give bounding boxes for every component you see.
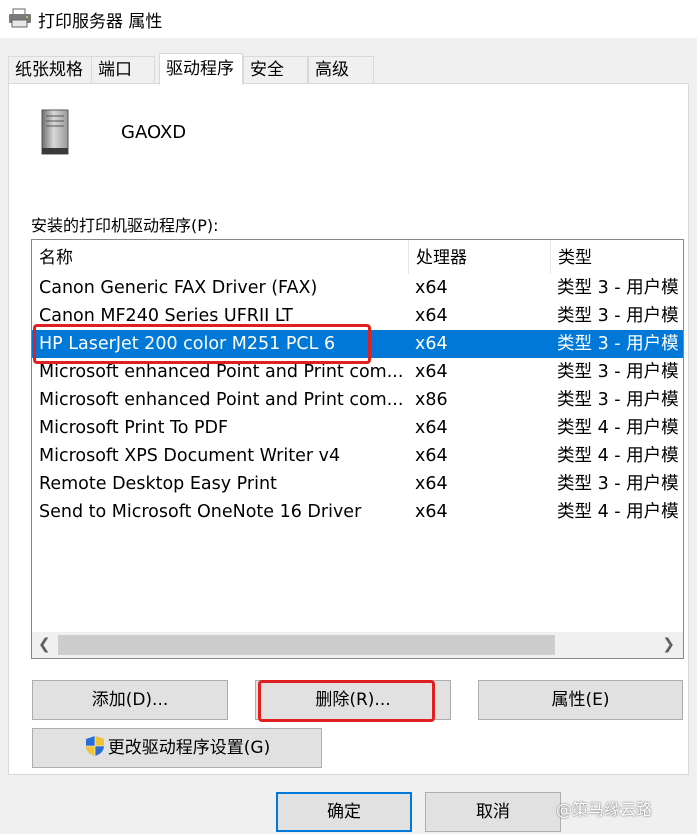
driver-type: 类型 4 - 用户模 [557, 502, 679, 522]
highlight-annotation-selected-driver [33, 324, 371, 364]
tab-advanced[interactable]: 高级 [308, 56, 374, 83]
driver-processor: x64 [415, 474, 448, 494]
scrollbar-thumb[interactable] [58, 635, 555, 655]
driver-type: 类型 3 - 用户模 [557, 390, 679, 410]
highlight-annotation-remove-button [258, 680, 435, 722]
driver-processor: x64 [415, 334, 448, 354]
driver-processor: x64 [415, 418, 448, 438]
watermark-text: @策马缘云路 [556, 800, 653, 819]
driver-type: 类型 3 - 用户模 [557, 362, 679, 382]
driver-row[interactable]: Microsoft enhanced Point and Print com..… [32, 386, 683, 414]
add-button[interactable]: 添加(D)... [32, 680, 228, 720]
tab-strip: 纸张规格 端口 驱动程序 安全 高级 [8, 53, 688, 85]
cancel-button[interactable]: 取消 [425, 792, 561, 832]
tab-paper-sizes[interactable]: 纸张规格 [8, 56, 92, 83]
driver-name: Send to Microsoft OneNote 16 Driver [39, 502, 362, 522]
driver-type: 类型 3 - 用户模 [557, 306, 679, 326]
driver-processor: x64 [415, 362, 448, 382]
driver-type: 类型 3 - 用户模 [557, 278, 679, 298]
change-driver-settings-button[interactable]: 更改驱动程序设置(G) [32, 728, 322, 768]
drivers-list[interactable]: 名称 处理器 类型 Canon Generic FAX Driver (FAX)… [31, 239, 684, 659]
driver-row[interactable]: Send to Microsoft OneNote 16 Driver x64 … [32, 498, 683, 526]
drivers-list-label: 安装的打印机驱动程序(P): [31, 216, 219, 235]
driver-processor: x64 [415, 446, 448, 466]
driver-row[interactable]: Microsoft XPS Document Writer v4 x64 类型 … [32, 442, 683, 470]
driver-name: Microsoft enhanced Point and Print com..… [39, 390, 404, 410]
change-driver-settings-label: 更改驱动程序设置(G) [107, 738, 271, 758]
horizontal-scrollbar[interactable]: ❮ ❯ [32, 632, 683, 658]
column-header-type[interactable]: 类型 [551, 240, 683, 274]
tab-ports[interactable]: 端口 [91, 56, 155, 83]
driver-row[interactable]: Microsoft Print To PDF x64 类型 4 - 用户模 [32, 414, 683, 442]
column-header-name[interactable]: 名称 [32, 240, 409, 274]
driver-row[interactable]: Remote Desktop Easy Print x64 类型 3 - 用户模 [32, 470, 683, 498]
scroll-right-icon[interactable]: ❯ [662, 635, 675, 653]
uac-shield-icon [85, 736, 104, 756]
title-bar: 打印服务器 属性 [0, 0, 697, 38]
list-header: 名称 处理器 类型 [32, 240, 683, 274]
driver-processor: x86 [415, 390, 448, 410]
driver-processor: x64 [415, 278, 448, 298]
driver-row[interactable]: Canon Generic FAX Driver (FAX) x64 类型 3 … [32, 274, 683, 302]
window-title: 打印服务器 属性 [38, 12, 163, 32]
driver-type: 类型 3 - 用户模 [557, 474, 679, 494]
printer-icon [9, 8, 31, 28]
driver-processor: x64 [415, 502, 448, 522]
scroll-left-icon[interactable]: ❮ [38, 635, 51, 653]
driver-name: Microsoft XPS Document Writer v4 [39, 446, 341, 466]
driver-type: 类型 4 - 用户模 [557, 446, 679, 466]
driver-name: Microsoft Print To PDF [39, 418, 229, 438]
driver-name: Remote Desktop Easy Print [39, 474, 277, 494]
column-header-processor[interactable]: 处理器 [409, 240, 551, 274]
driver-type: 类型 4 - 用户模 [557, 418, 679, 438]
driver-processor: x64 [415, 306, 448, 326]
tab-drivers[interactable]: 驱动程序 [159, 53, 243, 85]
tab-security[interactable]: 安全 [243, 56, 308, 83]
driver-name: Canon Generic FAX Driver (FAX) [39, 278, 318, 298]
server-icon [41, 109, 69, 155]
ok-button[interactable]: 确定 [276, 792, 412, 832]
server-name: GAOXD [121, 122, 187, 143]
properties-button[interactable]: 属性(E) [478, 680, 683, 720]
driver-type: 类型 3 - 用户模 [557, 334, 679, 354]
